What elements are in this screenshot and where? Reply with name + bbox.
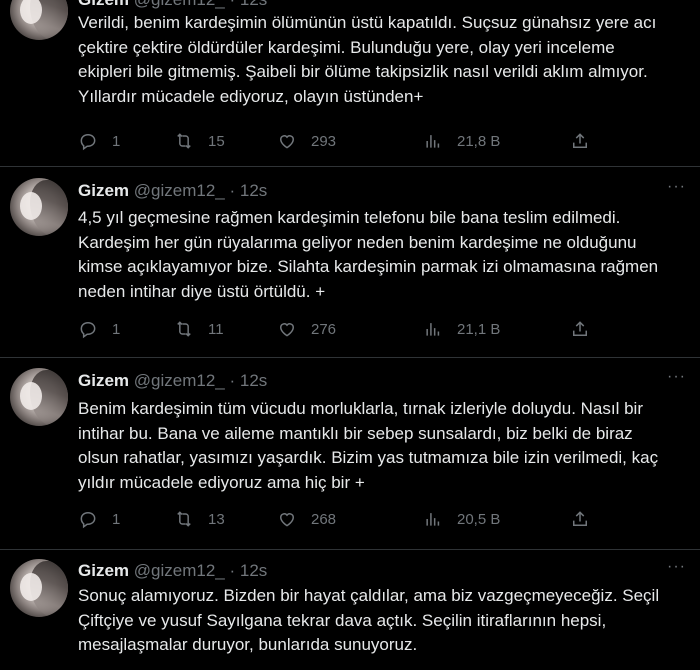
reply-count: 1 (112, 510, 121, 528)
avatar[interactable] (10, 368, 68, 426)
like-button[interactable]: 276 (277, 317, 336, 341)
like-count: 293 (311, 132, 337, 150)
reply-button[interactable]: 1 (78, 129, 120, 153)
reply-count: 1 (112, 320, 121, 338)
tweet-actions: 1 11 276 21,1 B (78, 317, 598, 341)
share-button[interactable] (570, 129, 590, 153)
share-icon (573, 133, 587, 148)
tweet-header: Gizem @gizem12_ · 12s (78, 561, 267, 581)
author-name[interactable]: Gizem (78, 561, 129, 580)
tweet-text: Verildi, benim kardeşimin ölümünün üstü … (78, 13, 657, 106)
tweet-text: Sonuç alamıyoruz. Bizden bir hayat çaldı… (78, 586, 660, 654)
reply-icon (80, 133, 96, 151)
like-icon (279, 135, 295, 149)
author-handle[interactable]: @gizem12_ (134, 561, 225, 580)
author-handle[interactable]: @gizem12_ (134, 181, 225, 200)
author-name[interactable]: Gizem (78, 371, 129, 390)
views-count: 21,8 B (457, 132, 501, 150)
share-icon (573, 511, 587, 526)
retweet-count: 15 (208, 132, 225, 150)
more-icon[interactable]: ··· (667, 178, 686, 196)
tweet[interactable]: Gizem @gizem12_ · 12s Verildi, benim kar… (0, 0, 700, 167)
retweet-button[interactable]: 15 (174, 129, 225, 153)
views-button[interactable]: 21,1 B (423, 317, 500, 341)
avatar[interactable] (10, 0, 68, 40)
retweet-count: 11 (208, 320, 224, 338)
more-icon[interactable]: ··· (667, 368, 686, 386)
timestamp[interactable]: 12s (240, 561, 267, 580)
views-button[interactable]: 21,8 B (423, 129, 500, 153)
retweet-icon (177, 511, 191, 527)
separator-dot: · (229, 371, 236, 390)
retweet-icon (177, 133, 191, 149)
like-button[interactable]: 293 (277, 129, 336, 153)
retweet-count: 13 (208, 510, 225, 528)
author-handle[interactable]: @gizem12_ (134, 371, 225, 390)
separator-dot: · (229, 181, 236, 200)
tweet-header: Gizem @gizem12_ · 12s (78, 371, 267, 391)
author-handle[interactable]: @gizem12_ (134, 0, 225, 9)
tweet-actions: 1 15 293 21,8 B (78, 129, 598, 153)
timeline: Gizem @gizem12_ · 12s Verildi, benim kar… (0, 0, 700, 670)
views-button[interactable]: 20,5 B (423, 507, 500, 531)
separator-dot: · (229, 561, 236, 580)
timestamp[interactable]: 12s (240, 0, 267, 9)
separator-dot: · (229, 0, 235, 9)
share-icon (573, 321, 587, 336)
tweet-actions: 1 13 268 20,5 B (78, 507, 598, 531)
retweet-icon (177, 321, 191, 337)
tweet[interactable]: Gizem @gizem12_ · 12s ··· Benim kardeşim… (0, 357, 700, 550)
views-icon (426, 135, 440, 148)
views-count: 21,1 B (457, 320, 501, 338)
like-count: 276 (311, 320, 337, 338)
share-button[interactable] (570, 317, 590, 341)
timestamp[interactable]: 12s (240, 371, 267, 390)
reply-button[interactable]: 1 (78, 507, 120, 531)
avatar[interactable] (10, 559, 68, 617)
timestamp[interactable]: 12s (240, 181, 267, 200)
like-icon (279, 323, 295, 337)
reply-icon (80, 321, 96, 339)
views-icon (426, 323, 440, 336)
retweet-button[interactable]: 11 (174, 317, 224, 341)
like-count: 268 (311, 510, 337, 528)
author-name[interactable]: Gizem (78, 181, 129, 200)
retweet-button[interactable]: 13 (174, 507, 225, 531)
avatar[interactable] (10, 178, 68, 236)
like-icon (279, 513, 295, 527)
author-name[interactable]: Gizem (78, 0, 129, 9)
more-icon[interactable]: ··· (667, 558, 686, 576)
reply-count: 1 (112, 132, 121, 150)
tweet-header: Gizem @gizem12_ · 12s (78, 0, 267, 10)
views-icon (426, 513, 440, 526)
reply-icon (80, 511, 96, 529)
tweet-header: Gizem @gizem12_ · 12s (78, 181, 267, 201)
share-button[interactable] (570, 507, 590, 531)
tweet[interactable]: Gizem @gizem12_ · 12s ··· Sonuç alamıyor… (0, 549, 700, 670)
reply-button[interactable]: 1 (78, 317, 120, 341)
tweet[interactable]: Gizem @gizem12_ · 12s ··· 4,5 yıl geçmes… (0, 166, 700, 358)
views-count: 20,5 B (457, 510, 501, 528)
tweet-text: Benim kardeşimin tüm vücudu morluklarla,… (78, 399, 659, 492)
tweet-text: 4,5 yıl geçmesine rağmen kardeşimin tele… (78, 208, 659, 301)
like-button[interactable]: 268 (277, 507, 336, 531)
